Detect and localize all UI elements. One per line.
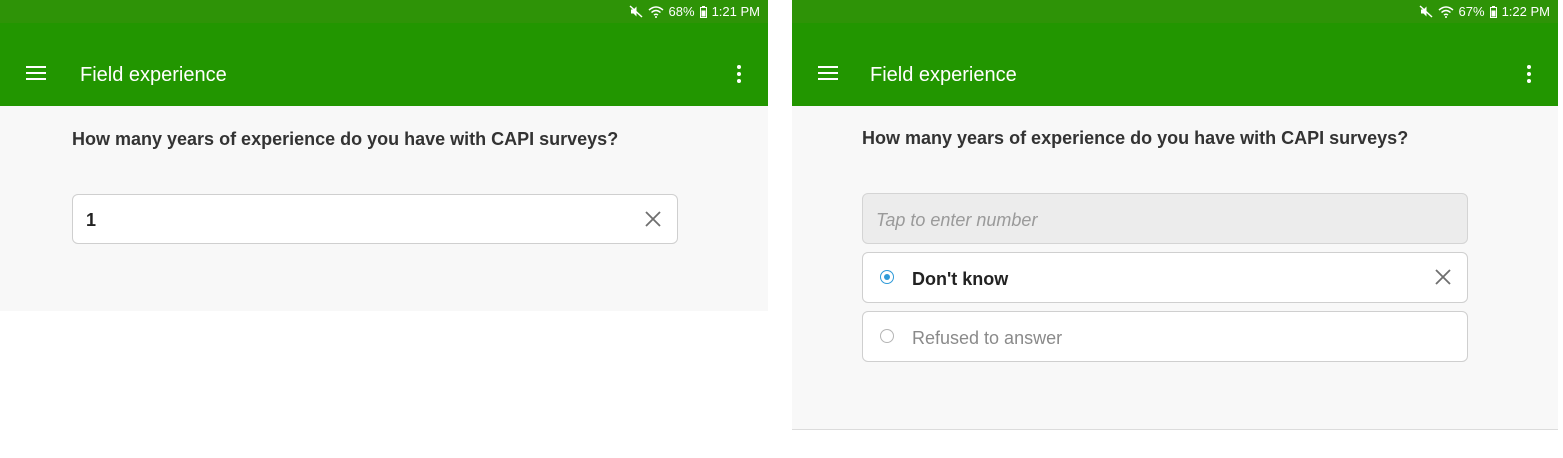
battery-level: 67% [1458, 4, 1485, 19]
numeric-answer-field[interactable]: 1 [72, 194, 678, 244]
answer-placeholder: Tap to enter number [876, 210, 1038, 230]
mute-icon [1419, 5, 1433, 18]
page-title: Field experience [80, 64, 227, 86]
more-vert-icon[interactable] [736, 65, 742, 83]
radio-icon[interactable] [880, 329, 894, 343]
app-bar: Field experience [0, 23, 768, 106]
status-bar: 67% 1:22 PM [792, 0, 1558, 23]
status-time: 1:22 PM [1501, 4, 1550, 19]
option-label: Don't know [912, 269, 1009, 289]
menu-icon[interactable] [818, 66, 838, 82]
screen-left: 68% 1:21 PM Field experience How many ye… [0, 0, 768, 311]
status-bar: 68% 1:21 PM [0, 0, 768, 23]
option-label: Refused to answer [912, 328, 1063, 348]
mute-icon [629, 5, 643, 18]
page-title: Field experience [870, 64, 1017, 86]
more-vert-icon[interactable] [1526, 65, 1532, 83]
battery-icon [1489, 5, 1497, 18]
wifi-icon [648, 5, 664, 18]
status-time: 1:21 PM [711, 4, 760, 19]
question-text: How many years of experience do you have… [862, 128, 1409, 148]
menu-icon[interactable] [26, 66, 46, 82]
clear-icon[interactable] [645, 211, 661, 232]
question-text: How many years of experience do you have… [72, 129, 619, 149]
option-refused-to-answer[interactable]: Refused to answer [862, 311, 1468, 362]
answer-value: 1 [86, 210, 97, 230]
battery-level: 68% [668, 4, 695, 19]
screen-right: 67% 1:22 PM Field experience How many ye… [792, 0, 1558, 430]
battery-icon [699, 5, 707, 18]
radio-icon[interactable] [880, 270, 894, 284]
option-dont-know[interactable]: Don't know [862, 252, 1468, 303]
app-bar: Field experience [792, 23, 1558, 106]
wifi-icon [1438, 5, 1454, 18]
clear-icon[interactable] [1435, 269, 1451, 290]
numeric-answer-field[interactable]: Tap to enter number [862, 193, 1468, 244]
